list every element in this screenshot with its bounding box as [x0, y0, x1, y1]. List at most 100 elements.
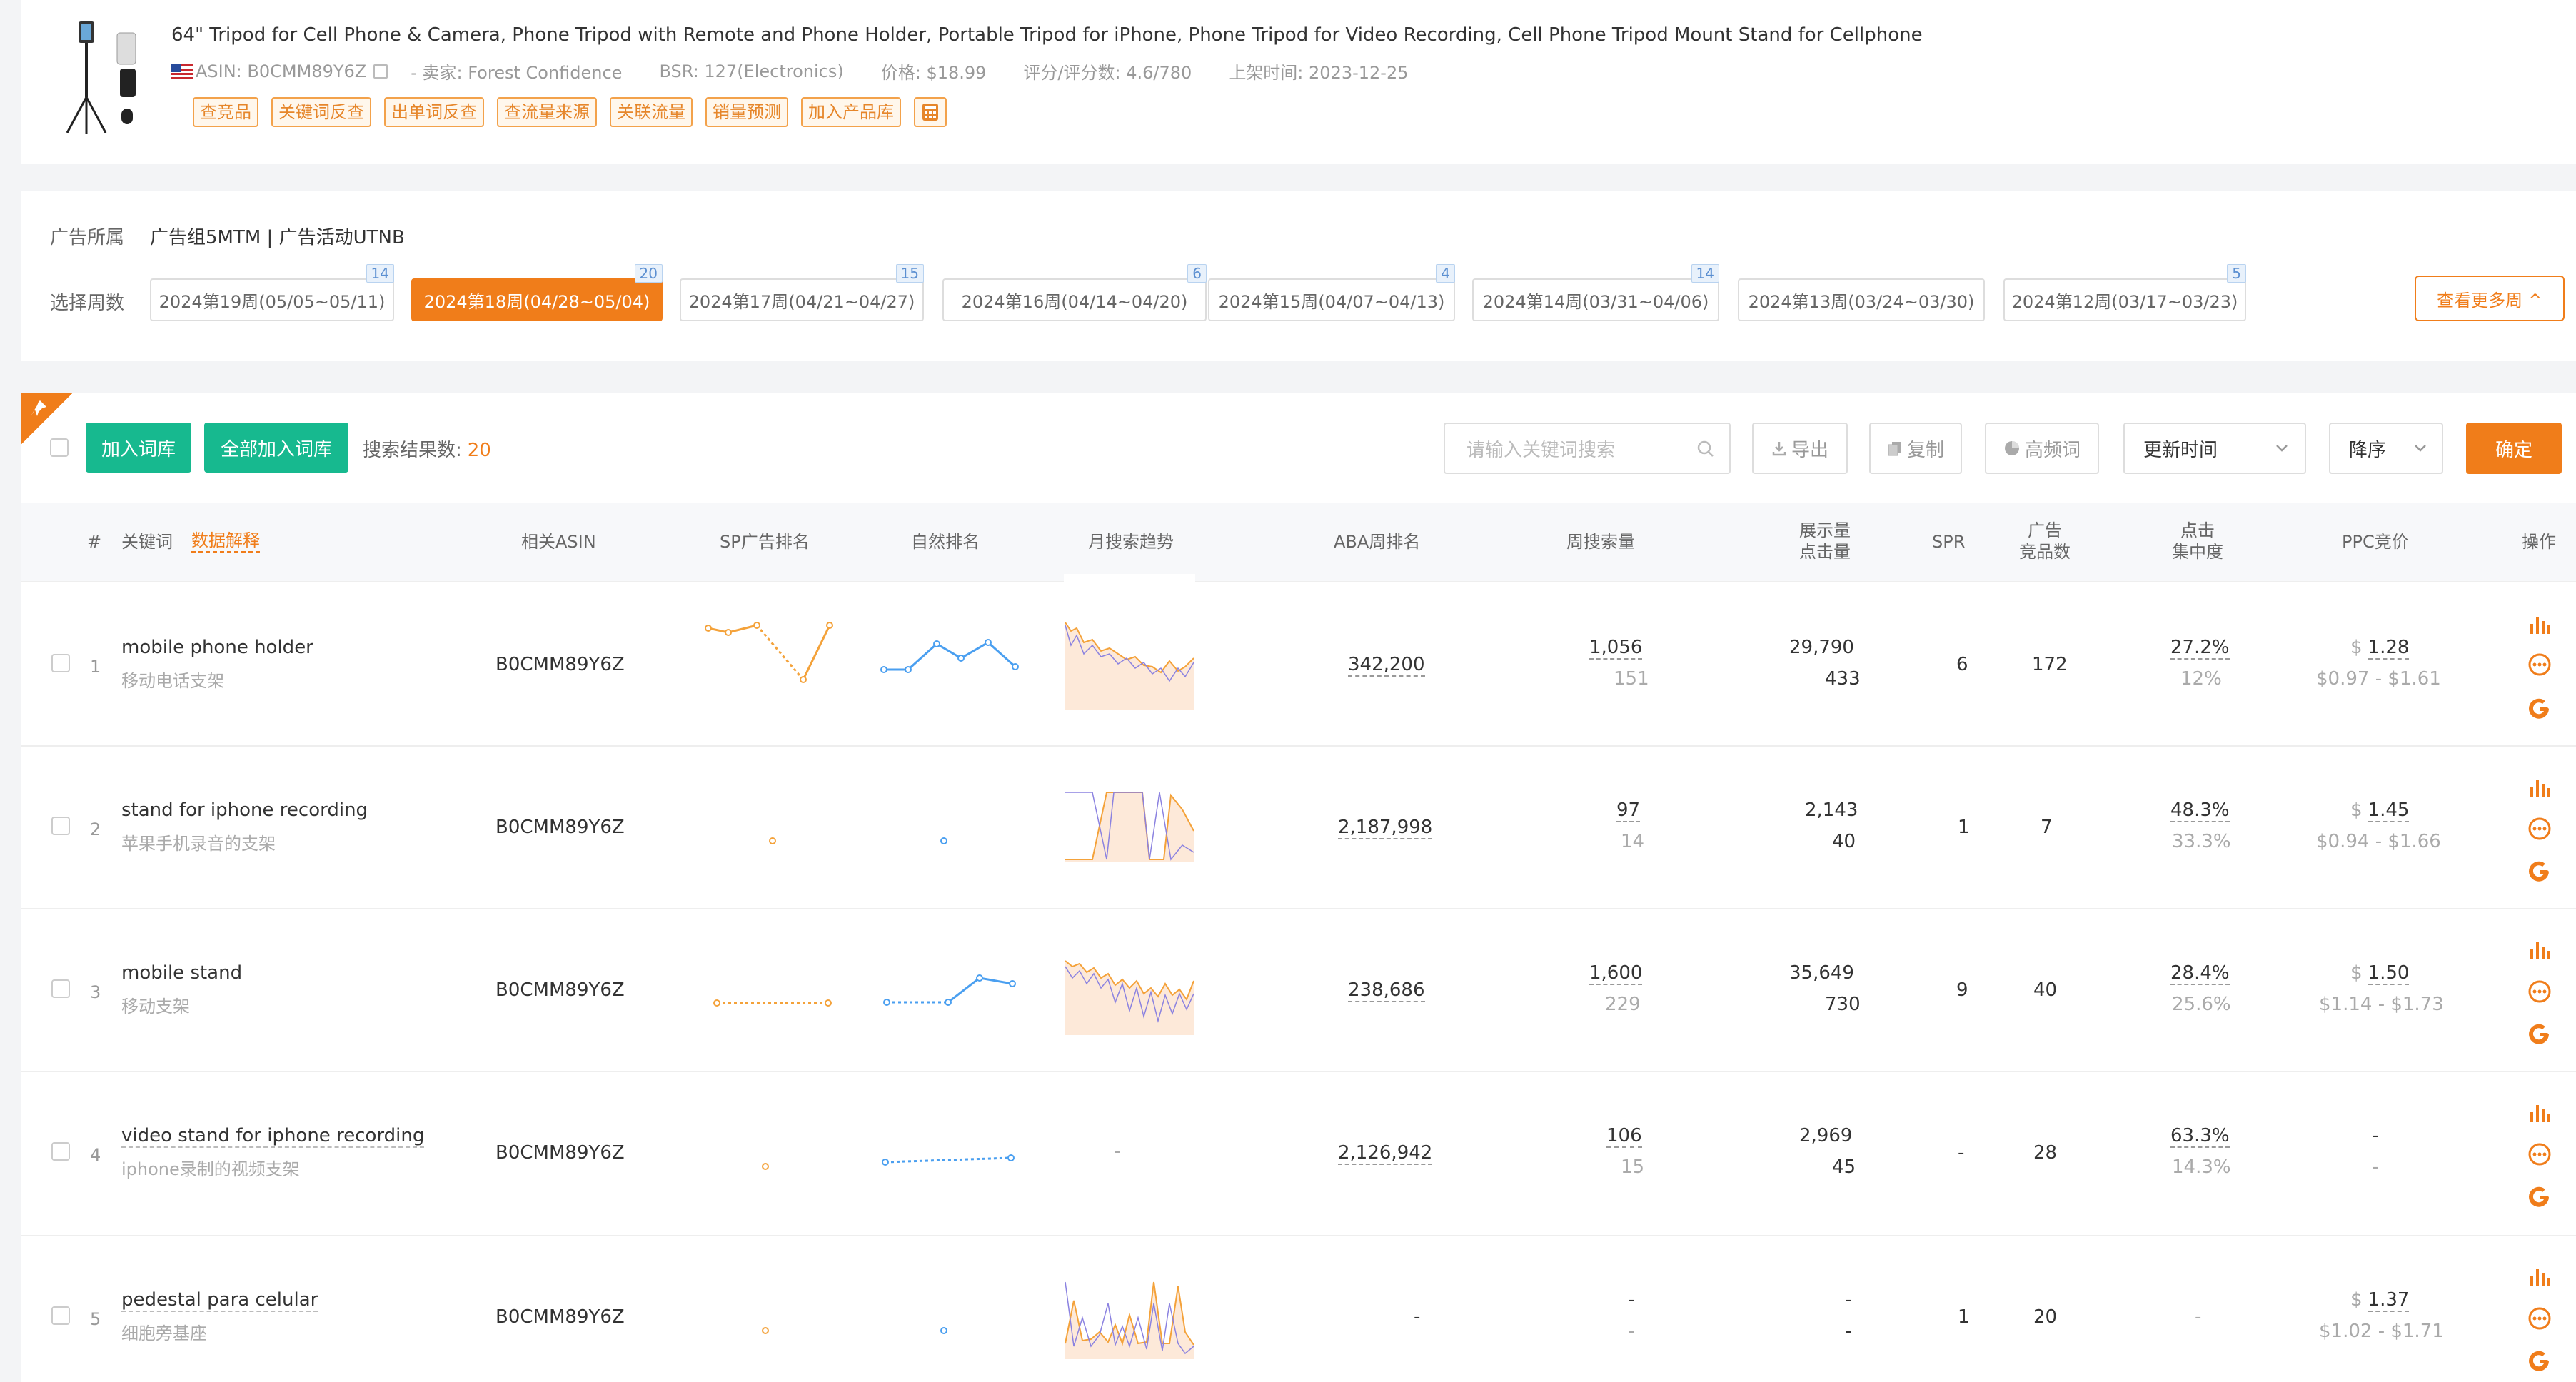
asin-text[interactable]: ASIN: B0CMM89Y6Z: [196, 61, 366, 81]
col-click-concentration-2[interactable]: 集中度: [2172, 541, 2223, 563]
google-icon[interactable]: [2527, 1349, 2552, 1373]
col-impressions[interactable]: 展示量: [1799, 520, 1851, 541]
sp-rank-sparkline[interactable]: [757, 1322, 774, 1339]
row-checkbox[interactable]: [51, 817, 70, 835]
more-options-icon[interactable]: [2527, 1142, 2552, 1166]
monthly-trend-chart[interactable]: [1064, 952, 1195, 1038]
search-icon[interactable]: [1696, 440, 1715, 458]
monthly-trend-chart[interactable]: [1064, 574, 1195, 712]
calculator-icon[interactable]: [914, 97, 947, 127]
asin-cell[interactable]: B0CMM89Y6Z: [495, 1306, 625, 1328]
click-concentration-value[interactable]: 28.4%: [2170, 962, 2230, 985]
more-options-icon[interactable]: [2527, 979, 2552, 1004]
sort-order-select[interactable]: 降序: [2329, 423, 2443, 474]
natural-rank-sparkline[interactable]: [877, 628, 1020, 685]
keyword-text[interactable]: stand for iphone recording: [121, 800, 368, 821]
col-click-concentration[interactable]: 点击: [2180, 520, 2215, 541]
sp-rank-sparkline[interactable]: [757, 1158, 774, 1175]
tag-keyword-reverse[interactable]: 关键词反查: [271, 97, 371, 127]
keyword-text[interactable]: video stand for iphone recording: [121, 1125, 425, 1148]
week-option[interactable]: 2024第13周(03/24~03/30): [1738, 278, 1985, 321]
aba-rank-value[interactable]: 2,187,998: [1338, 817, 1433, 839]
keyword-text[interactable]: mobile stand: [121, 962, 242, 984]
col-natural-rank[interactable]: 自然排名: [911, 531, 980, 553]
natural-rank-sparkline[interactable]: [878, 1145, 1021, 1174]
ppc-value[interactable]: $1.28: [2350, 637, 2410, 660]
tag-traffic-source[interactable]: 查流量来源: [497, 97, 597, 127]
sort-field-select[interactable]: 更新时间: [2123, 423, 2306, 474]
high-freq-button[interactable]: 高频词: [1985, 423, 2099, 474]
keyword-text[interactable]: mobile phone holder: [121, 637, 313, 658]
bar-chart-icon[interactable]: [2527, 775, 2552, 800]
monthly-trend-chart[interactable]: [1064, 1275, 1195, 1362]
product-image[interactable]: [46, 19, 160, 140]
keyword-text[interactable]: pedestal para celular: [121, 1289, 318, 1312]
ppc-value[interactable]: $1.50: [2350, 962, 2410, 985]
col-sp-rank[interactable]: SP广告排名: [720, 531, 810, 553]
click-concentration-value[interactable]: 27.2%: [2170, 637, 2230, 660]
click-concentration-value[interactable]: 48.3%: [2170, 800, 2230, 822]
weekly-search-value[interactable]: 1,600: [1589, 962, 1643, 985]
natural-rank-sparkline[interactable]: [878, 965, 1021, 1015]
more-weeks-button[interactable]: 查看更多周 ^: [2415, 276, 2565, 321]
asin-cell[interactable]: B0CMM89Y6Z: [495, 654, 625, 675]
row-checkbox[interactable]: [51, 1142, 70, 1161]
asin-cell[interactable]: B0CMM89Y6Z: [495, 979, 625, 1001]
aba-rank-value[interactable]: 342,200: [1348, 654, 1425, 677]
keyword-search-input[interactable]: 请输入关键词搜索: [1444, 423, 1731, 474]
sp-rank-sparkline[interactable]: [764, 832, 781, 849]
google-icon[interactable]: [2527, 1185, 2552, 1209]
col-ppc[interactable]: PPC竞价: [2342, 531, 2409, 553]
week-option[interactable]: 2024第16周(04/14~04/20) 6: [942, 264, 1207, 321]
week-option[interactable]: 2024第14周(03/31~04/06) 14: [1472, 264, 1719, 321]
google-icon[interactable]: [2527, 1022, 2552, 1046]
google-icon[interactable]: [2527, 697, 2552, 721]
col-ad-products-2[interactable]: 竞品数: [2019, 541, 2071, 563]
monthly-trend-chart[interactable]: [1064, 788, 1195, 867]
weekly-search-value[interactable]: 97: [1616, 800, 1641, 822]
bar-chart-icon[interactable]: [2527, 938, 2552, 962]
click-concentration-value[interactable]: 63.3%: [2170, 1125, 2230, 1148]
natural-rank-sparkline[interactable]: [935, 1322, 952, 1339]
more-options-icon[interactable]: [2527, 817, 2552, 841]
ppc-value[interactable]: $1.37: [2350, 1289, 2410, 1312]
row-checkbox[interactable]: [51, 1306, 70, 1325]
weekly-search-value[interactable]: 1,056: [1589, 637, 1643, 660]
copy-button[interactable]: 复制: [1869, 423, 1962, 474]
row-checkbox[interactable]: [51, 654, 70, 672]
product-title[interactable]: 64" Tripod for Cell Phone & Camera, Phon…: [171, 24, 1923, 46]
week-option[interactable]: 2024第12周(03/17~03/23) 5: [2003, 264, 2246, 321]
week-option[interactable]: 2024第19周(05/05~05/11) 14: [150, 264, 394, 321]
aba-rank-value[interactable]: 238,686: [1348, 979, 1425, 1002]
add-to-lib-button[interactable]: 加入词库: [86, 423, 191, 473]
aba-rank-value[interactable]: 2,126,942: [1338, 1142, 1433, 1165]
asin-cell[interactable]: B0CMM89Y6Z: [495, 817, 625, 838]
col-weekly-search[interactable]: 周搜索量: [1566, 531, 1635, 553]
sp-rank-sparkline[interactable]: [711, 992, 834, 1014]
data-explain-link[interactable]: 数据解释: [191, 530, 260, 553]
col-clicks[interactable]: 点击量: [1799, 541, 1851, 563]
bar-chart-icon[interactable]: [2527, 1265, 2552, 1289]
week-option[interactable]: 2024第17周(04/21~04/27) 15: [680, 264, 924, 321]
week-option-selected[interactable]: 2024第18周(04/28~05/04) 20: [411, 264, 663, 321]
tag-add-product-lib[interactable]: 加入产品库: [801, 97, 901, 127]
week-option[interactable]: 2024第15周(04/07~04/13) 4: [1208, 264, 1455, 321]
asin-cell[interactable]: B0CMM89Y6Z: [495, 1142, 625, 1164]
col-aba-rank[interactable]: ABA周排名: [1334, 531, 1420, 553]
tag-sales-forecast[interactable]: 销量预测: [705, 97, 788, 127]
tag-order-word-reverse[interactable]: 出单词反查: [384, 97, 484, 127]
col-ad-products[interactable]: 广告: [2028, 520, 2062, 541]
google-icon[interactable]: [2527, 859, 2552, 884]
add-all-to-lib-button[interactable]: 全部加入词库: [204, 423, 348, 473]
ppc-value[interactable]: $1.45: [2350, 800, 2410, 822]
weekly-search-value[interactable]: 106: [1606, 1125, 1642, 1148]
bar-chart-icon[interactable]: [2527, 612, 2552, 637]
more-options-icon[interactable]: [2527, 652, 2552, 677]
row-checkbox[interactable]: [51, 979, 70, 998]
external-link-icon[interactable]: [373, 64, 388, 79]
natural-rank-sparkline[interactable]: [935, 832, 952, 849]
tag-related-traffic[interactable]: 关联流量: [610, 97, 693, 127]
confirm-button[interactable]: 确定: [2466, 423, 2562, 474]
export-button[interactable]: 导出: [1752, 423, 1848, 474]
select-all-checkbox[interactable]: [50, 438, 69, 457]
